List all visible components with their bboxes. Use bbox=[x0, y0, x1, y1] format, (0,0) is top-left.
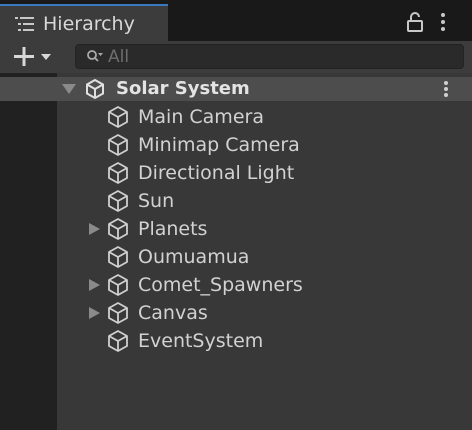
item-label: Sun bbox=[138, 190, 175, 212]
item-label: EventSystem bbox=[138, 330, 264, 352]
search-filter-icon[interactable] bbox=[86, 49, 104, 65]
item-label: Planets bbox=[138, 218, 208, 240]
gameobject-cube-icon bbox=[108, 190, 128, 212]
expand-arrow-icon[interactable] bbox=[87, 278, 101, 292]
list-item[interactable]: Canvas bbox=[0, 299, 472, 327]
gameobject-cube-icon bbox=[108, 134, 128, 156]
expand-arrow-icon[interactable] bbox=[87, 306, 101, 320]
list-item[interactable]: EventSystem bbox=[0, 327, 472, 355]
expand-arrow-icon[interactable] bbox=[87, 222, 101, 236]
scene-name: Solar System bbox=[116, 78, 250, 99]
tab-hierarchy[interactable]: Hierarchy bbox=[0, 4, 168, 41]
item-label: Canvas bbox=[138, 302, 208, 324]
gameobject-cube-icon bbox=[108, 302, 128, 324]
expand-arrow-icon[interactable] bbox=[61, 82, 77, 96]
gameobject-cube-icon bbox=[108, 162, 128, 184]
tab-title: Hierarchy bbox=[43, 13, 135, 35]
plus-dropdown-icon[interactable] bbox=[12, 44, 60, 70]
scene-row[interactable]: Solar System bbox=[0, 77, 472, 101]
item-label: Directional Light bbox=[138, 162, 295, 184]
item-label: Comet_Spawners bbox=[138, 274, 303, 296]
list-item[interactable]: Comet_Spawners bbox=[0, 271, 472, 299]
gameobject-cube-icon bbox=[108, 218, 128, 240]
list-item[interactable]: Main Camera bbox=[0, 103, 472, 131]
unity-logo-icon bbox=[86, 78, 104, 100]
gameobject-cube-icon bbox=[108, 274, 128, 296]
list-item[interactable]: Minimap Camera bbox=[0, 131, 472, 159]
search-field[interactable] bbox=[75, 44, 464, 69]
hierarchy-toolbar bbox=[0, 41, 472, 73]
gameobject-cube-icon bbox=[108, 246, 128, 268]
list-item[interactable]: Sun bbox=[0, 187, 472, 215]
kebab-icon[interactable] bbox=[440, 79, 452, 99]
item-label: Main Camera bbox=[138, 106, 264, 128]
gameobject-cube-icon bbox=[108, 330, 128, 352]
kebab-icon[interactable] bbox=[436, 10, 450, 34]
search-input[interactable] bbox=[108, 45, 448, 68]
list-item[interactable]: Planets bbox=[0, 215, 472, 243]
lock-icon[interactable] bbox=[406, 11, 424, 33]
list-item[interactable]: Oumuamua bbox=[0, 243, 472, 271]
tab-bar: Hierarchy bbox=[0, 0, 472, 41]
list-icon bbox=[15, 17, 34, 31]
item-label: Minimap Camera bbox=[138, 134, 300, 156]
gameobject-cube-icon bbox=[108, 106, 128, 128]
item-label: Oumuamua bbox=[138, 246, 250, 268]
list-item[interactable]: Directional Light bbox=[0, 159, 472, 187]
